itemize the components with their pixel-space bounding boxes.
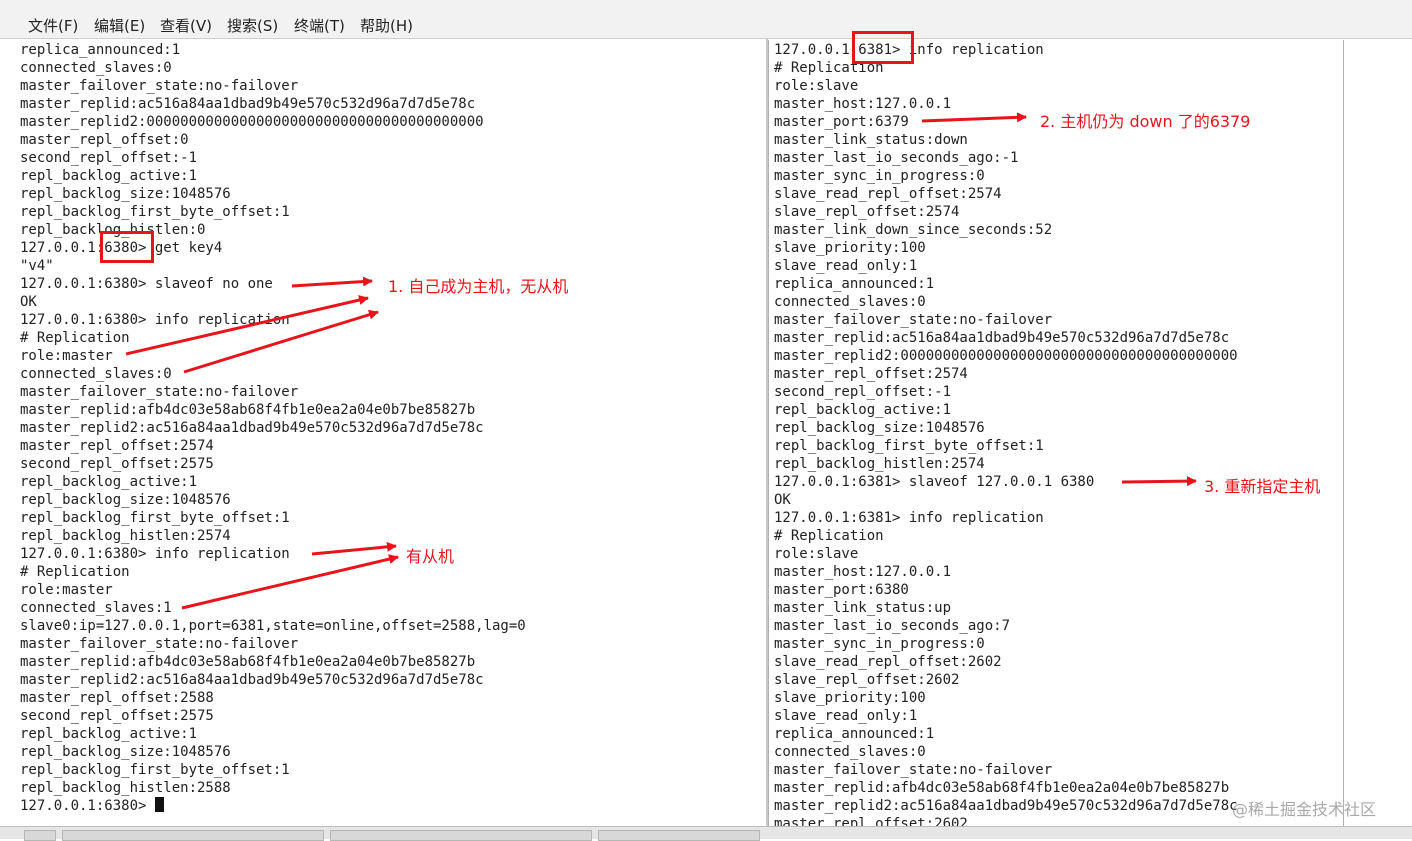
terminal-line: connected_slaves:0	[774, 294, 926, 310]
terminal-line: repl_backlog_active:1	[774, 402, 952, 418]
terminal-line: second_repl_offset:2575	[20, 456, 214, 472]
annotation-note-4: 有从机	[406, 547, 455, 566]
terminal-line: connected_slaves:0	[20, 366, 172, 382]
terminal-line: master_replid2:ac516a84aa1dbad9b49e570c5…	[20, 672, 484, 688]
terminal-line: master_host:127.0.0.1	[774, 564, 952, 580]
terminal-line: repl_backlog_size:1048576	[20, 744, 231, 760]
terminal-line: repl_backlog_size:1048576	[774, 420, 985, 436]
terminal-line: connected_slaves:0	[20, 60, 172, 76]
terminal-line: master_replid2:0000000000000000000000000…	[20, 114, 484, 130]
terminal-line: master_link_down_since_seconds:52	[774, 222, 1053, 238]
terminal-line: master_repl_offset:2588	[20, 690, 214, 706]
terminal-line: master_failover_state:no-failover	[20, 78, 299, 94]
terminal-line: slave_repl_offset:2602	[774, 672, 960, 688]
menu-terminal[interactable]: 终端(T)	[294, 15, 345, 36]
menu-bar: 文件(F) 编辑(E) 查看(V) 搜索(S) 终端(T) 帮助(H)	[0, 0, 1412, 39]
terminal-tab-2[interactable]	[330, 830, 592, 841]
port-6380-highlight	[100, 231, 154, 263]
terminal-line: master_last_io_seconds_ago:-1	[774, 150, 1019, 166]
terminal-line: connected_slaves:1	[20, 600, 172, 616]
terminal-line: master_sync_in_progress:0	[774, 636, 985, 652]
terminal-line: master_replid2:ac516a84aa1dbad9b49e570c5…	[20, 420, 484, 436]
terminal-tab-3[interactable]	[598, 830, 760, 841]
terminal-line: 127.0.0.1:6381> info replication	[774, 510, 1044, 526]
terminal-line: role:slave	[774, 78, 859, 94]
terminal-line: master_last_io_seconds_ago:7	[774, 618, 1011, 634]
terminal-line: master_failover_state:no-failover	[20, 384, 299, 400]
terminal-line: master_replid:afb4dc03e58ab68f4fb1e0ea2a…	[20, 402, 476, 418]
terminal-line: master_link_status:up	[774, 600, 952, 616]
terminal-line: master_replid:afb4dc03e58ab68f4fb1e0ea2a…	[20, 654, 476, 670]
terminal-line: replica_announced:1	[774, 726, 935, 742]
terminal-line: # Replication	[20, 564, 130, 580]
terminal-line: master_replid:ac516a84aa1dbad9b49e570c53…	[20, 96, 476, 112]
watermark: @稀土掘金技术社区	[1232, 800, 1377, 819]
annotation-note-2: 2. 主机仍为 down 了的6379	[1040, 112, 1251, 131]
terminal-line: master_replid:afb4dc03e58ab68f4fb1e0ea2a…	[774, 780, 1230, 796]
annotation-note-1: 1. 自己成为主机，无从机	[388, 277, 569, 296]
terminal-line: repl_backlog_active:1	[20, 168, 198, 184]
terminal-line: second_repl_offset:-1	[20, 150, 198, 166]
terminal-line: second_repl_offset:-1	[774, 384, 952, 400]
terminal-line: repl_backlog_active:1	[20, 474, 198, 490]
terminal-line: master_repl_offset:2574	[774, 366, 968, 382]
terminal-line: slave_priority:100	[774, 690, 926, 706]
text-cursor	[154, 797, 164, 812]
terminal-line: repl_backlog_histlen:2588	[20, 780, 231, 796]
terminal-line: repl_backlog_first_byte_offset:1	[20, 510, 290, 526]
terminal-line: role:slave	[774, 546, 859, 562]
menu-search[interactable]: 搜索(S)	[227, 15, 278, 36]
prompt-text: 127.0.0.1:6380>	[20, 798, 155, 814]
terminal-line: repl_backlog_size:1048576	[20, 492, 231, 508]
bottom-tab-bar	[0, 826, 1412, 841]
terminal-line: master_failover_state:no-failover	[774, 312, 1053, 328]
terminal-line: slave_repl_offset:2574	[774, 204, 960, 220]
terminal-line: second_repl_offset:2575	[20, 708, 214, 724]
terminal-line: role:master	[20, 348, 113, 364]
terminal-line: master_link_status:down	[774, 132, 968, 148]
terminal-line: slave_read_repl_offset:2602	[774, 654, 1002, 670]
terminal-line: slave0:ip=127.0.0.1,port=6381,state=onli…	[20, 618, 526, 634]
terminal-line: slave_read_repl_offset:2574	[774, 186, 1002, 202]
menu-view[interactable]: 查看(V)	[160, 15, 212, 36]
terminal-line: replica_announced:1	[774, 276, 935, 292]
menu-help[interactable]: 帮助(H)	[360, 15, 413, 36]
terminal-line: master_failover_state:no-failover	[20, 636, 299, 652]
terminal-line: master_replid:ac516a84aa1dbad9b49e570c53…	[774, 330, 1230, 346]
terminal-line: repl_backlog_size:1048576	[20, 186, 231, 202]
menu-edit[interactable]: 编辑(E)	[94, 15, 145, 36]
window-title-fragment	[780, 0, 1080, 6]
terminal-prompt-line[interactable]: 127.0.0.1:6380>	[20, 797, 760, 815]
terminal-line: slave_read_only:1	[774, 258, 918, 274]
terminal-line: 127.0.0.1:6380> info replication	[20, 546, 290, 562]
terminal-line: repl_backlog_first_byte_offset:1	[774, 438, 1044, 454]
terminal-line: master_sync_in_progress:0	[774, 168, 985, 184]
terminal-line: repl_backlog_histlen:2574	[20, 528, 231, 544]
annotation-note-3: 3. 重新指定主机	[1204, 477, 1321, 496]
terminal-line: repl_backlog_first_byte_offset:1	[20, 204, 290, 220]
terminal-tab-1[interactable]	[62, 830, 324, 841]
terminal-line: replica_announced:1	[20, 42, 181, 58]
terminal-line: # Replication	[774, 528, 884, 544]
terminal-line: repl_backlog_histlen:2574	[774, 456, 985, 472]
terminal-line: connected_slaves:0	[774, 744, 926, 760]
terminal-line: master_port:6380	[774, 582, 909, 598]
menu-file[interactable]: 文件(F)	[28, 15, 78, 36]
terminal-line: master_failover_state:no-failover	[774, 762, 1053, 778]
left-terminal-output[interactable]: replica_announced:1 connected_slaves:0 mas…	[20, 41, 760, 821]
terminal-line: role:master	[20, 582, 113, 598]
terminal-line: master_repl_offset:0	[20, 132, 189, 148]
terminal-line: slave_priority:100	[774, 240, 926, 256]
terminal-line: master_repl_offset:2574	[20, 438, 214, 454]
terminal-line: 127.0.0.1:6380> info replication	[20, 312, 290, 328]
terminal-line: master_replid2:0000000000000000000000000…	[774, 348, 1238, 364]
terminal-line: repl_backlog_first_byte_offset:1	[20, 762, 290, 778]
terminal-line: slave_read_only:1	[774, 708, 918, 724]
port-6381-highlight	[852, 31, 914, 64]
terminal-line: repl_backlog_active:1	[20, 726, 198, 742]
right-terminal-output[interactable]: 127.0.0.1:6381> info replication # Replic…	[774, 41, 1339, 826]
terminal-line: # Replication	[20, 330, 130, 346]
tab-handle[interactable]	[24, 830, 56, 841]
